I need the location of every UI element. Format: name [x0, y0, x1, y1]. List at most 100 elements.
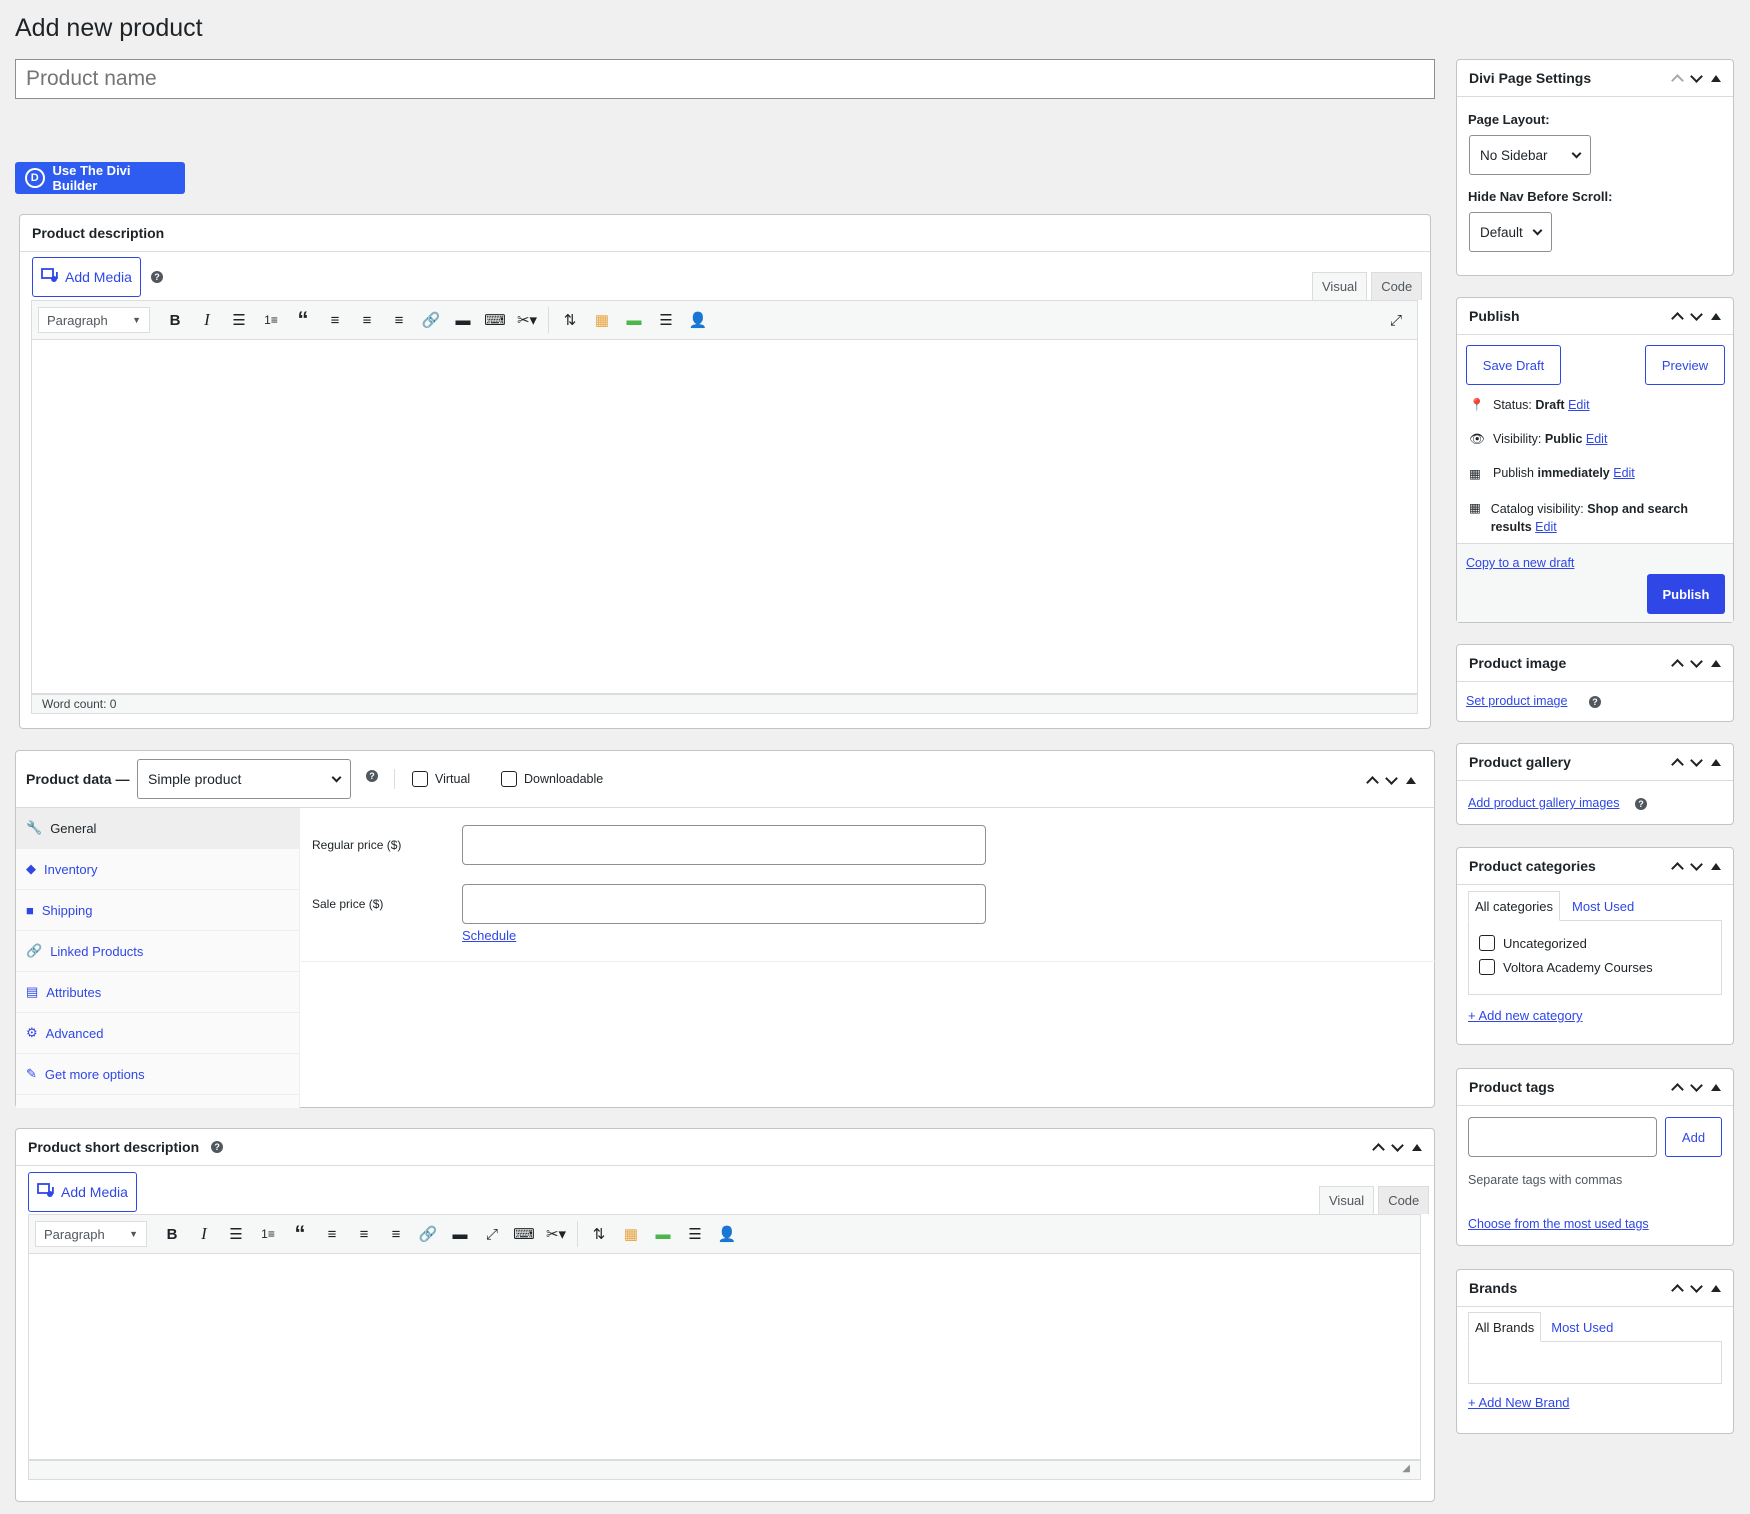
italic-icon[interactable]: I — [192, 306, 222, 334]
nav-inventory[interactable]: ◆ Inventory — [16, 849, 299, 890]
move-down-icon[interactable] — [1690, 69, 1703, 83]
align-right-icon[interactable]: ≡ — [384, 306, 414, 334]
virtual-checkbox[interactable] — [412, 771, 428, 787]
hide-nav-select[interactable]: Default — [1469, 212, 1552, 252]
divi-builder-button[interactable]: D Use The Divi Builder — [15, 162, 185, 194]
publish-edit-link[interactable]: Edit — [1613, 466, 1635, 480]
bullet-list-icon[interactable]: ☰ — [221, 1220, 251, 1248]
description-editor[interactable] — [31, 340, 1418, 694]
blockquote-icon[interactable]: “ — [288, 306, 318, 334]
hr-icon[interactable]: ☰ — [680, 1220, 710, 1248]
grid-colors-icon[interactable]: ▦ — [616, 1220, 646, 1248]
resize-handle-icon[interactable]: ◢ — [1402, 1463, 1410, 1474]
format-select[interactable]: Paragraph ▼ — [35, 1221, 147, 1247]
regular-price-input[interactable] — [462, 825, 986, 865]
collapse-icon[interactable] — [1711, 74, 1721, 82]
collapse-icon[interactable] — [1406, 776, 1416, 784]
move-up-icon[interactable] — [1671, 1284, 1684, 1297]
divider-icon[interactable]: ▬ — [648, 1220, 678, 1248]
add-tag-button[interactable]: Add — [1665, 1117, 1722, 1157]
read-more-icon[interactable]: ▬ — [448, 306, 478, 334]
help-icon[interactable]: ? — [151, 271, 163, 283]
italic-icon[interactable]: I — [189, 1220, 219, 1248]
move-up-icon[interactable] — [1671, 659, 1684, 672]
move-down-icon[interactable] — [1690, 753, 1703, 767]
upload-icon[interactable]: ⇅ — [555, 306, 585, 334]
collapse-icon[interactable] — [1711, 312, 1721, 320]
category-checkbox[interactable] — [1479, 959, 1495, 975]
nav-linked-products[interactable]: 🔗 Linked Products — [16, 931, 299, 972]
help-icon[interactable]: ? — [366, 770, 378, 782]
collapse-icon[interactable] — [1711, 659, 1721, 667]
align-right-icon[interactable]: ≡ — [381, 1220, 411, 1248]
move-down-icon[interactable] — [1391, 1138, 1404, 1152]
add-media-button[interactable]: Add Media — [32, 257, 141, 297]
nav-general[interactable]: 🔧 General — [16, 808, 299, 849]
category-item[interactable]: Uncategorized — [1479, 931, 1711, 955]
nav-advanced[interactable]: ⚙ Advanced — [16, 1013, 299, 1054]
tab-most-used[interactable]: Most Used — [1545, 1312, 1619, 1342]
tab-code[interactable]: Code — [1371, 272, 1423, 300]
move-up-icon[interactable] — [1671, 758, 1684, 771]
format-select[interactable]: Paragraph ▼ — [38, 307, 150, 333]
move-up-icon[interactable] — [1671, 862, 1684, 875]
add-new-category-link[interactable]: + Add new category — [1468, 1008, 1583, 1023]
align-center-icon[interactable]: ≡ — [349, 1220, 379, 1248]
user-icon[interactable]: 👤 — [712, 1220, 742, 1248]
virtual-option[interactable]: Virtual — [412, 771, 470, 787]
move-down-icon[interactable] — [1690, 1078, 1703, 1092]
tab-most-used[interactable]: Most Used — [1566, 891, 1640, 921]
blockquote-icon[interactable]: “ — [285, 1220, 315, 1248]
scissors-icon[interactable]: ✂▾ — [541, 1220, 571, 1248]
bullet-list-icon[interactable]: ☰ — [224, 306, 254, 334]
publish-button[interactable]: Publish — [1647, 574, 1725, 614]
tab-all-categories[interactable]: All categories — [1468, 891, 1561, 921]
link-icon[interactable]: 🔗 — [416, 306, 446, 334]
collapse-icon[interactable] — [1711, 758, 1721, 766]
collapse-icon[interactable] — [1711, 1284, 1721, 1292]
bold-icon[interactable]: B — [160, 306, 190, 334]
collapse-icon[interactable] — [1412, 1143, 1422, 1151]
tab-visual[interactable]: Visual — [1312, 272, 1368, 300]
add-new-brand-link[interactable]: + Add New Brand — [1468, 1395, 1570, 1410]
move-up-icon[interactable] — [1671, 312, 1684, 325]
add-media-button[interactable]: Add Media — [28, 1172, 137, 1212]
move-up-icon[interactable] — [1366, 776, 1379, 789]
user-icon[interactable]: 👤 — [683, 306, 713, 334]
move-down-icon[interactable] — [1690, 307, 1703, 321]
tab-code[interactable]: Code — [1378, 1186, 1430, 1214]
move-up-icon[interactable] — [1671, 1083, 1684, 1096]
fullscreen-icon[interactable]: ⤢ — [1381, 306, 1411, 334]
copy-draft-link[interactable]: Copy to a new draft — [1466, 556, 1574, 570]
scissors-icon[interactable]: ✂▾ — [512, 306, 542, 334]
tab-visual[interactable]: Visual — [1319, 1186, 1375, 1214]
short-description-editor[interactable] — [28, 1254, 1421, 1460]
page-layout-select[interactable]: No Sidebar — [1469, 135, 1591, 175]
align-left-icon[interactable]: ≡ — [317, 1220, 347, 1248]
link-icon[interactable]: 🔗 — [413, 1220, 443, 1248]
downloadable-checkbox[interactable] — [501, 771, 517, 787]
align-center-icon[interactable]: ≡ — [352, 306, 382, 334]
hr-icon[interactable]: ☰ — [651, 306, 681, 334]
product-type-select[interactable]: Simple product — [137, 759, 351, 799]
move-down-icon[interactable] — [1690, 857, 1703, 871]
preview-button[interactable]: Preview — [1645, 345, 1725, 385]
add-gallery-images-link[interactable]: Add product gallery images — [1468, 796, 1619, 810]
move-down-icon[interactable] — [1690, 1279, 1703, 1293]
align-left-icon[interactable]: ≡ — [320, 306, 350, 334]
help-icon[interactable]: ? — [1635, 798, 1647, 810]
move-up-icon[interactable] — [1372, 1143, 1385, 1156]
move-up-icon[interactable] — [1671, 74, 1684, 87]
catalog-edit-link[interactable]: Edit — [1535, 520, 1557, 534]
help-icon[interactable]: ? — [211, 1141, 224, 1153]
keyboard-icon[interactable]: ⌨ — [509, 1220, 539, 1248]
category-checkbox[interactable] — [1479, 935, 1495, 951]
set-product-image-link[interactable]: Set product image — [1466, 694, 1567, 708]
divider-icon[interactable]: ▬ — [619, 306, 649, 334]
product-name-input[interactable] — [15, 59, 1435, 99]
read-more-icon[interactable]: ▬ — [445, 1220, 475, 1248]
sale-price-input[interactable] — [462, 884, 986, 924]
grid-colors-icon[interactable]: ▦ — [587, 306, 617, 334]
tab-all-brands[interactable]: All Brands — [1468, 1312, 1542, 1342]
category-item[interactable]: Voltora Academy Courses — [1479, 955, 1711, 979]
